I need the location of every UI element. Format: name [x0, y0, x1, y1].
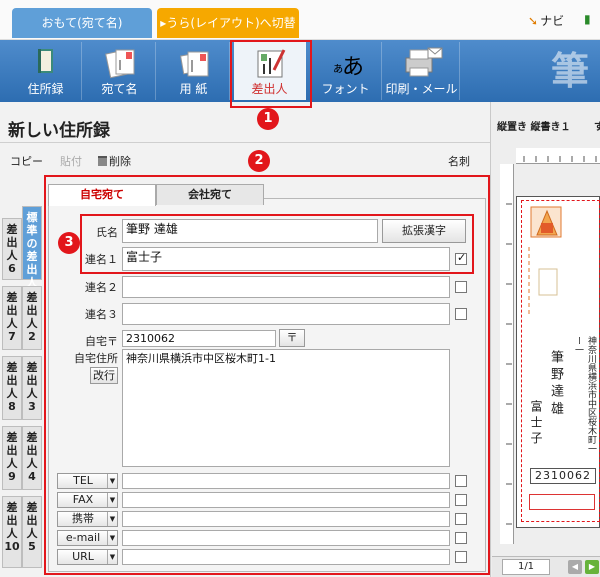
svg-text:あ: あ [342, 55, 364, 80]
ruler-horizontal [516, 148, 600, 164]
paste-button[interactable]: 貼付 [60, 153, 82, 169]
ribbon-font-label: フォント [321, 82, 370, 96]
tab-omote[interactable]: おもて(宛て名) [12, 8, 152, 38]
sender-tab-standard[interactable]: 標準の差出人 [22, 206, 42, 289]
copy-button[interactable]: コピー [10, 153, 43, 169]
sender-tab-4[interactable]: 差出人4 [22, 426, 42, 490]
layout-label-cut: す [594, 122, 600, 133]
card-name-text: 筆 野 達 雄 [548, 350, 563, 415]
ribbon-addressbook-button[interactable]: 住所録 [10, 42, 82, 100]
navi-arrow-icon: ➘ [528, 14, 539, 28]
ribbon-print-mail-button[interactable]: 印刷・メール [384, 42, 460, 100]
highlight-name-fields [80, 214, 474, 274]
meishi-button[interactable]: 名刺 [448, 153, 470, 169]
next-page-icon[interactable]: ▶ [585, 560, 599, 574]
card-ren-text: 富 士 子 [529, 400, 543, 444]
ribbon-atena-label: 宛て名 [101, 82, 138, 96]
ribbon-paper-button[interactable]: 用 紙 [158, 42, 230, 100]
navi-label: ナビ [540, 14, 565, 28]
page-title: 新しい住所録 [8, 121, 110, 141]
highlight-sashidashi [230, 40, 312, 108]
ribbon-print-mail-label: 印刷・メール [385, 82, 458, 96]
sender-tab-10[interactable]: 差出人10 [2, 496, 22, 568]
step-badge-2: 2 [248, 150, 270, 172]
step-badge-1: 1 [257, 108, 279, 130]
sender-tab-2[interactable]: 差出人2 [22, 286, 42, 350]
layout-label: 縦置き 縦書き１ [497, 122, 571, 133]
ribbon-paper-label: 用 紙 [179, 82, 208, 96]
help-icon[interactable]: ▮ [584, 12, 591, 26]
font-icon: ぁあ [332, 55, 364, 80]
sender-tab-6[interactable]: 差出人6 [2, 218, 22, 280]
app-logo-char: 筆 [550, 48, 589, 93]
sender-tab-5[interactable]: 差出人5 [22, 496, 42, 568]
sender-tab-9[interactable]: 差出人9 [2, 426, 22, 490]
title-divider [0, 142, 490, 143]
navi-button[interactable]: ➘ ナビ [528, 12, 564, 29]
card-barcode-area [529, 494, 595, 510]
page-indicator: 1/1 [502, 559, 550, 575]
page-navigator: 1/1 ◀ ▶ [492, 556, 600, 577]
ribbon-atena-button[interactable]: 宛て名 [84, 42, 156, 100]
delete-label: 削除 [109, 155, 131, 168]
printer-mail-icon [405, 47, 443, 77]
sender-tab-8[interactable]: 差出人8 [2, 356, 22, 420]
trash-icon [98, 156, 107, 166]
envelope-postcard-icon [105, 49, 135, 79]
tab-ura-switch[interactable]: ▸うら(レイアウト)へ切替 [157, 8, 299, 38]
prev-page-icon[interactable]: ◀ [568, 560, 582, 574]
step-badge-3: 3 [58, 232, 80, 254]
card-address-text: 神奈川県横浜市中区桜木町一ー一 [573, 336, 596, 453]
ruler-vertical [500, 164, 514, 544]
ribbon-font-button[interactable]: ぁあ フォント [310, 42, 382, 100]
sender-tab-7[interactable]: 差出人7 [2, 286, 22, 350]
top-tab-strip: おもて(宛て名) ▸うら(レイアウト)へ切替 ➘ ナビ ▮ [0, 0, 600, 40]
ribbon-addressbook-label: 住所録 [27, 82, 64, 96]
sender-tab-3[interactable]: 差出人3 [22, 356, 42, 420]
delete-button[interactable]: 削除 [98, 153, 131, 169]
card-zip-text: 2310062 [530, 468, 596, 484]
paper-icon [180, 51, 209, 77]
addressbook-icon [38, 49, 53, 73]
